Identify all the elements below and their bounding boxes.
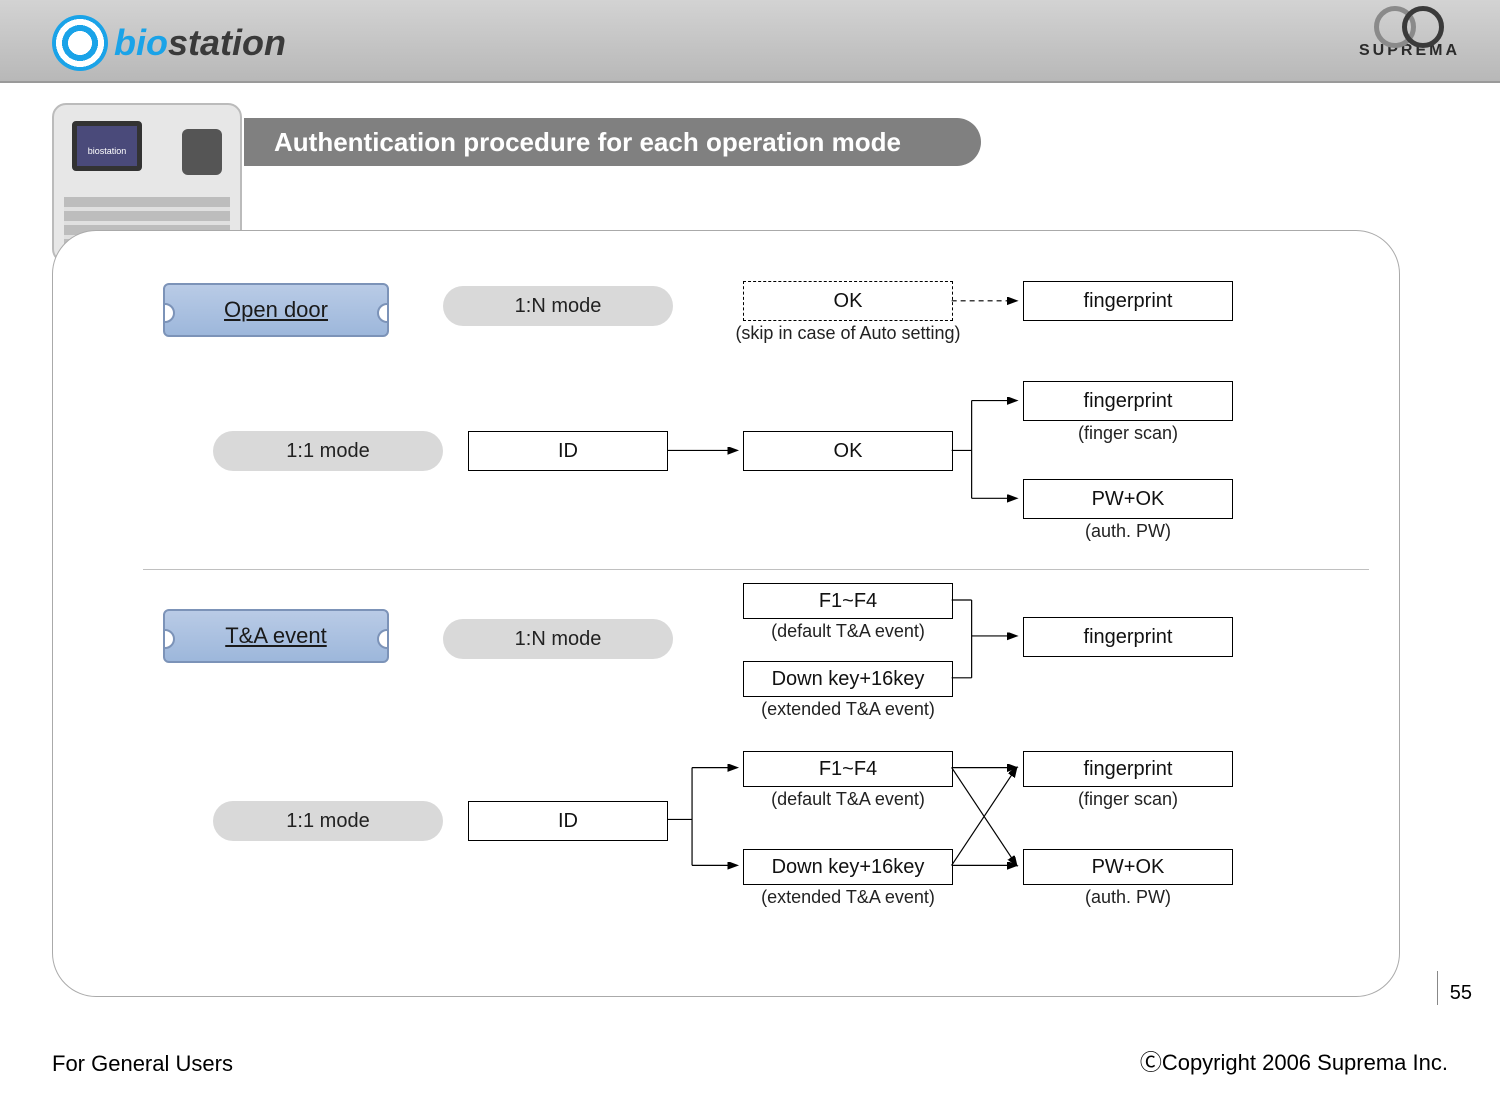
step-pwok-r2: PW+OK	[1023, 479, 1233, 519]
mode-11-row4: 1:1 mode	[213, 801, 443, 841]
brand-suprema-text: SUPREMA	[1359, 42, 1460, 60]
step-pwok-r4: PW+OK	[1023, 849, 1233, 885]
brand-biostation: biostation	[52, 8, 286, 78]
topbar: biostation SUPREMA	[0, 0, 1500, 83]
footer-left: For General Users	[52, 1051, 233, 1077]
step-down16-r3: Down key+16key	[743, 661, 953, 697]
footer-right: ⒸCopyright 2006 Suprema Inc.	[1140, 1045, 1448, 1077]
section-divider	[143, 569, 1369, 570]
step-ok-r2: OK	[743, 431, 953, 471]
ticket-ta-event: T&A event	[163, 609, 389, 663]
step-f1f4-r3: F1~F4	[743, 583, 953, 619]
content-card: Open door 1:N mode OK (skip in case of A…	[52, 230, 1400, 997]
step-fingerprint-r4: fingerprint	[1023, 751, 1233, 787]
page-number: 55	[1437, 971, 1472, 1005]
brand-part1: bio	[114, 22, 168, 63]
brand-suprema: SUPREMA	[1359, 6, 1460, 60]
biostation-logo-icon	[52, 15, 108, 71]
mode-11-row2: 1:1 mode	[213, 431, 443, 471]
ticket-open-door: Open door	[163, 283, 389, 337]
step-down16-r4: Down key+16key	[743, 849, 953, 885]
caption-finger-scan-r4: (finger scan)	[1023, 789, 1233, 810]
step-f1f4-r4: F1~F4	[743, 751, 953, 787]
device-screen-icon	[72, 121, 142, 171]
section-title: Authentication procedure for each operat…	[244, 118, 981, 166]
step-id-r4: ID	[468, 801, 668, 841]
mode-1n-row3: 1:N mode	[443, 619, 673, 659]
caption-f1f4-r3: (default T&A event)	[743, 621, 953, 642]
caption-auth-pw-r4: (auth. PW)	[1023, 887, 1233, 908]
suprema-infinity-icon	[1374, 6, 1444, 38]
caption-finger-scan-r2: (finger scan)	[1023, 423, 1233, 444]
step-fingerprint-r1: fingerprint	[1023, 281, 1233, 321]
step-ok-dashed: OK	[743, 281, 953, 321]
caption-f1f4-r4: (default T&A event)	[743, 789, 953, 810]
step-fingerprint-r2: fingerprint	[1023, 381, 1233, 421]
caption-down16-r4: (extended T&A event)	[743, 887, 953, 908]
caption-ok-skip: (skip in case of Auto setting)	[723, 323, 973, 344]
device-fingerprint-icon	[182, 129, 222, 175]
brand-part2: station	[168, 22, 286, 63]
caption-auth-pw-r2: (auth. PW)	[1023, 521, 1233, 542]
step-id-r2: ID	[468, 431, 668, 471]
step-fingerprint-r3: fingerprint	[1023, 617, 1233, 657]
caption-down16-r3: (extended T&A event)	[743, 699, 953, 720]
mode-1n-row1: 1:N mode	[443, 286, 673, 326]
